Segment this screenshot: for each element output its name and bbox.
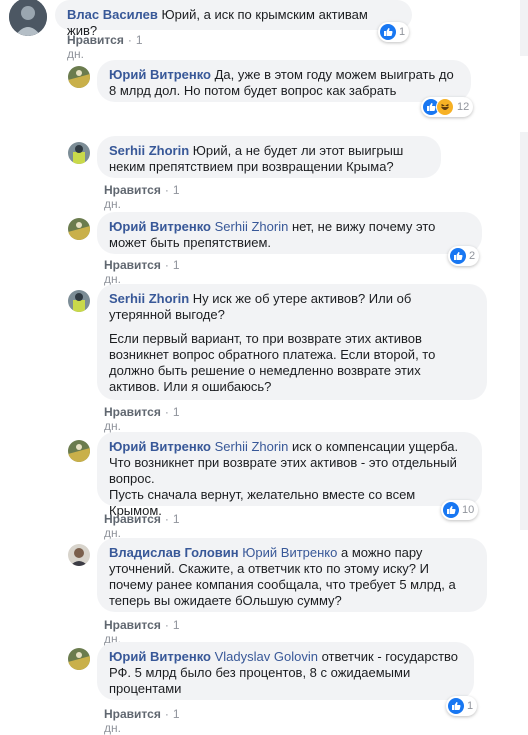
mention-link[interactable]: Serhii Zhorin bbox=[215, 219, 289, 234]
like-reaction-icon bbox=[448, 698, 464, 714]
comment-author[interactable]: Serhii Zhorin bbox=[109, 143, 189, 158]
reaction-count[interactable]: 2 bbox=[448, 246, 480, 266]
comment-text-paragraph: Если первый вариант, то при возврате эти… bbox=[109, 331, 436, 394]
comment-author[interactable]: Юрий Витренко bbox=[109, 439, 211, 454]
mention-link[interactable]: Vladyslav Golovin bbox=[215, 649, 318, 664]
like-button[interactable]: Нравится bbox=[104, 618, 161, 632]
avatar[interactable] bbox=[68, 218, 90, 240]
avatar[interactable] bbox=[68, 290, 90, 312]
avatar[interactable] bbox=[68, 142, 90, 164]
like-button[interactable]: Нравится bbox=[104, 183, 161, 197]
reaction-count[interactable]: 1 bbox=[446, 696, 478, 716]
like-button[interactable]: Нравится bbox=[104, 707, 161, 721]
comment-author[interactable]: Serhii Zhorin bbox=[109, 291, 189, 306]
like-button[interactable]: Нравится bbox=[104, 512, 161, 526]
comment-author[interactable]: Юрий Витренко bbox=[109, 219, 211, 234]
comment-author[interactable]: Владислав Головин bbox=[109, 545, 239, 560]
like-reaction-icon bbox=[443, 502, 459, 518]
like-button[interactable]: Нравится bbox=[67, 33, 124, 47]
reaction-count[interactable]: 1 bbox=[378, 22, 410, 42]
comment-author[interactable]: Влас Василев bbox=[67, 7, 158, 22]
mention-link[interactable]: Юрий Витренко bbox=[242, 545, 337, 560]
scroll-strip bbox=[520, 0, 528, 56]
avatar[interactable] bbox=[68, 544, 90, 566]
reaction-count[interactable]: 12 bbox=[421, 97, 474, 117]
avatar[interactable] bbox=[68, 648, 90, 670]
avatar[interactable] bbox=[9, 0, 47, 36]
scroll-strip bbox=[520, 132, 528, 530]
comment-author[interactable]: Юрий Витренко bbox=[109, 67, 211, 82]
comment-author[interactable]: Юрий Витренко bbox=[109, 649, 211, 664]
like-button[interactable]: Нравится bbox=[104, 405, 161, 419]
like-reaction-icon bbox=[450, 248, 466, 264]
like-reaction-icon bbox=[380, 24, 396, 40]
mention-link[interactable]: Serhii Zhorin bbox=[215, 439, 289, 454]
avatar[interactable] bbox=[68, 440, 90, 462]
avatar[interactable] bbox=[68, 66, 90, 88]
haha-reaction-icon bbox=[436, 98, 454, 116]
like-button[interactable]: Нравится bbox=[104, 258, 161, 272]
reaction-count[interactable]: 10 bbox=[441, 500, 479, 520]
